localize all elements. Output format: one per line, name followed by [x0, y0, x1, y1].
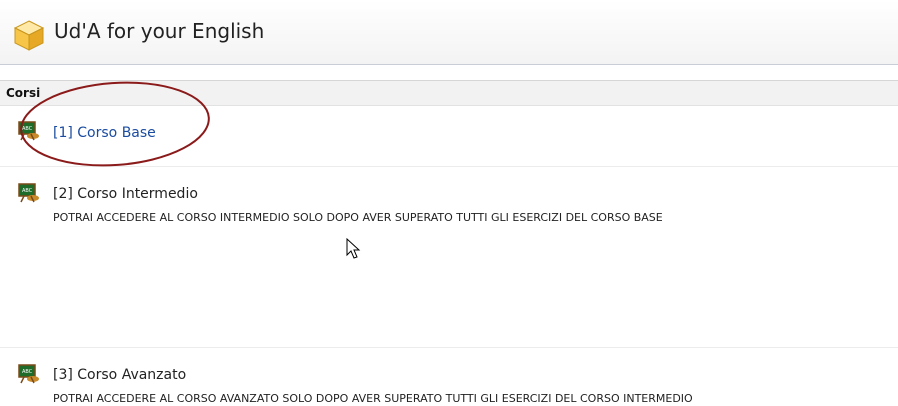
svg-text:ABC: ABC: [22, 188, 33, 194]
course-title-intermedio: [2] Corso Intermedio: [53, 186, 198, 202]
course-item-base: ABC [1] Corso Base: [0, 105, 898, 165]
svg-text:ABC: ABC: [22, 126, 33, 132]
course-note-avanzato: POTRAI ACCEDERE AL CORSO AVANZATO SOLO D…: [53, 392, 693, 405]
course-item-intermedio: ABC [2] Corso Intermedio POTRAI ACCEDERE…: [0, 166, 898, 347]
blackboard-icon: ABC: [18, 183, 39, 203]
mouse-cursor-icon: [346, 238, 361, 259]
page-title: Ud'A for your English: [54, 19, 265, 43]
blackboard-icon: ABC: [18, 121, 39, 141]
section-label: Corsi: [6, 86, 41, 100]
course-link-base[interactable]: [1] Corso Base: [53, 125, 156, 141]
page-header: Ud'A for your English: [0, 0, 898, 65]
course-item-avanzato: ABC [3] Corso Avanzato POTRAI ACCEDERE A…: [0, 347, 898, 406]
svg-text:ABC: ABC: [22, 369, 33, 375]
course-note-intermedio: POTRAI ACCEDERE AL CORSO INTERMEDIO SOLO…: [53, 211, 663, 224]
section-header: Corsi: [0, 80, 898, 106]
course-title-avanzato: [3] Corso Avanzato: [53, 367, 187, 383]
blackboard-icon: ABC: [18, 364, 39, 384]
cube-icon: [13, 20, 45, 51]
